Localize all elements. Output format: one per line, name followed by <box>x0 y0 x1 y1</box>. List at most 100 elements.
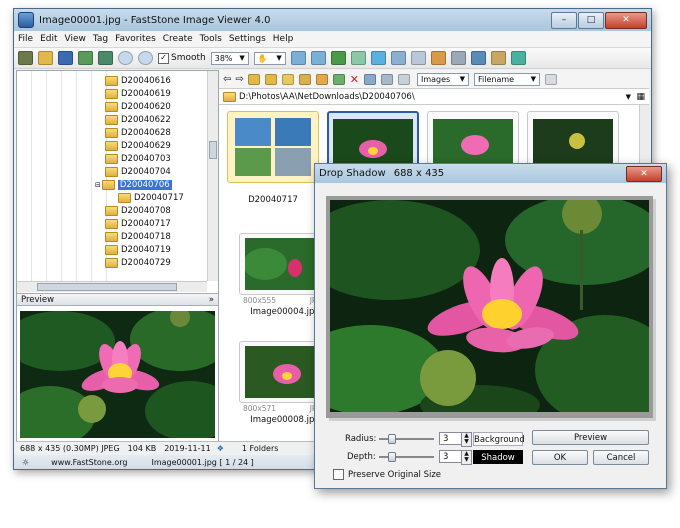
checkbox-box[interactable] <box>333 469 344 480</box>
fullscreen-icon[interactable] <box>510 51 526 65</box>
menu-tools[interactable]: Tools <box>200 34 222 44</box>
tree-item[interactable]: D20040629 <box>105 139 171 152</box>
filter-select[interactable]: Images ▼ <box>417 72 469 86</box>
ok-button[interactable]: OK <box>532 450 588 465</box>
spin-arrows-icon[interactable]: ▲ ▼ <box>461 432 472 447</box>
tree-item[interactable]: D20040619 <box>105 87 171 100</box>
tree-item[interactable]: D20040704 <box>105 165 171 178</box>
copy-icon[interactable] <box>298 73 311 85</box>
details-view-icon[interactable] <box>398 73 410 85</box>
tree-item[interactable]: D20040628 <box>105 126 171 139</box>
tree-horizontal-scrollbar[interactable] <box>17 281 207 292</box>
menu-settings[interactable]: Settings <box>229 34 266 44</box>
zoom-in-icon[interactable] <box>118 51 133 65</box>
menu-file[interactable]: File <box>18 34 33 44</box>
chevron-down-icon: ▼ <box>459 75 465 83</box>
menu-favorites[interactable]: Favorites <box>115 34 156 44</box>
collapse-icon[interactable]: ⊟ <box>95 181 101 189</box>
sort-select[interactable]: Filename ▼ <box>474 72 540 86</box>
title-bar[interactable]: Image00001.jpg - FastStone Image Viewer … <box>14 9 651 31</box>
back-icon[interactable]: ⇦ <box>223 74 231 85</box>
move-icon[interactable] <box>315 73 328 85</box>
chevron-down-icon: ▼ <box>276 54 282 62</box>
print-icon[interactable] <box>450 51 466 65</box>
tree-item[interactable]: D20040703 <box>105 152 171 165</box>
adjust-icon[interactable] <box>390 51 406 65</box>
crop-icon[interactable] <box>330 51 346 65</box>
folder-icon[interactable] <box>264 73 277 85</box>
color-icon[interactable] <box>370 51 386 65</box>
slider-knob[interactable] <box>388 452 396 462</box>
menu-create[interactable]: Create <box>163 34 193 44</box>
preserve-size-checkbox[interactable]: Preserve Original Size <box>333 469 441 480</box>
dialog-preview-frame <box>326 196 653 418</box>
tree-vertical-scrollbar[interactable] <box>207 71 218 281</box>
status-folders: 1 Folders <box>241 444 279 453</box>
tree-item[interactable]: D20040708 <box>105 204 171 217</box>
radius-spinbox[interactable]: 3 ▲ ▼ <box>439 432 472 447</box>
hand-tool-select[interactable]: ✋ ▼ <box>253 51 286 65</box>
calendar-icon[interactable]: ▦ <box>636 92 645 102</box>
new-folder-icon[interactable] <box>281 73 294 85</box>
menu-view[interactable]: View <box>65 34 86 44</box>
resize-icon[interactable] <box>350 51 366 65</box>
preview-button[interactable]: Preview <box>532 430 649 445</box>
save-as-icon[interactable] <box>98 51 113 65</box>
up-folder-icon[interactable] <box>247 73 260 85</box>
email-icon[interactable] <box>430 51 446 65</box>
collapse-arrows-icon[interactable]: » <box>209 294 214 307</box>
image-icon[interactable] <box>78 51 93 65</box>
sort-order-icon[interactable] <box>545 73 557 85</box>
grid-view-icon[interactable] <box>381 73 393 85</box>
menu-tag[interactable]: Tag <box>93 34 108 44</box>
forward-icon[interactable]: ⇨ <box>235 74 243 85</box>
slider-knob[interactable] <box>388 434 396 444</box>
close-button[interactable]: ✕ <box>605 12 647 29</box>
tree-item[interactable]: D20040620 <box>105 100 171 113</box>
chevron-down-icon[interactable]: ▼ <box>626 93 631 101</box>
settings-icon[interactable] <box>490 51 506 65</box>
address-bar[interactable]: D:\Photos\AA\NetDownloads\D20040706\ ▼ ▦ <box>219 89 649 105</box>
rotate-left-icon[interactable] <box>290 51 306 65</box>
site-link[interactable]: www.FastStone.org <box>51 458 127 467</box>
slideshow-icon[interactable] <box>470 51 486 65</box>
tree-item[interactable]: D20040622 <box>105 113 171 126</box>
thumbnail-item[interactable]: D20040717 <box>227 111 319 205</box>
menu-edit[interactable]: Edit <box>40 34 57 44</box>
open-folder-icon[interactable] <box>38 51 53 65</box>
rotate-right-icon[interactable] <box>310 51 326 65</box>
fit-icon[interactable]: ❖ <box>217 444 224 453</box>
scroll-thumb[interactable] <box>37 283 177 291</box>
maximize-button[interactable]: □ <box>578 12 604 29</box>
menu-help[interactable]: Help <box>273 34 294 44</box>
tree-item[interactable]: D20040616 <box>105 74 171 87</box>
preserve-size-label: Preserve Original Size <box>348 469 442 480</box>
radius-slider[interactable] <box>379 434 434 444</box>
camera-icon[interactable] <box>18 51 33 65</box>
delete-icon[interactable]: ✕ <box>350 73 359 86</box>
tree-item[interactable]: D20040719 <box>105 243 171 256</box>
tree-item[interactable]: D20040729 <box>105 256 171 269</box>
zoom-out-icon[interactable] <box>138 51 153 65</box>
zoom-select[interactable]: 38% ▼ <box>210 51 249 65</box>
scroll-thumb[interactable] <box>209 141 217 159</box>
dialog-title-bar[interactable]: Drop Shadow 688 x 435 ✕ <box>315 164 666 183</box>
tree-item[interactable]: D20040717 <box>105 217 171 230</box>
window-title: Image00001.jpg - FastStone Image Viewer … <box>39 14 271 26</box>
smooth-checkbox[interactable]: ✓ Smooth <box>158 52 206 64</box>
dialog-close-button[interactable]: ✕ <box>626 166 662 182</box>
refresh-icon[interactable] <box>332 73 345 85</box>
tree-item-selected[interactable]: ⊟ D20040706 <box>95 178 172 191</box>
compare-icon[interactable] <box>410 51 426 65</box>
save-icon[interactable] <box>58 51 73 65</box>
depth-spinbox[interactable]: 3 ▲ ▼ <box>439 450 472 465</box>
spin-arrows-icon[interactable]: ▲ ▼ <box>461 450 472 465</box>
tree-item[interactable]: D20040718 <box>105 230 171 243</box>
shadow-color-swatch[interactable]: Shadow <box>473 450 523 464</box>
background-color-swatch[interactable]: Background <box>473 432 525 446</box>
cancel-button[interactable]: Cancel <box>593 450 649 465</box>
list-view-icon[interactable] <box>364 73 376 85</box>
tree-item[interactable]: D20040717 <box>118 191 184 204</box>
minimize-button[interactable]: – <box>551 12 577 29</box>
depth-slider[interactable] <box>379 452 434 462</box>
